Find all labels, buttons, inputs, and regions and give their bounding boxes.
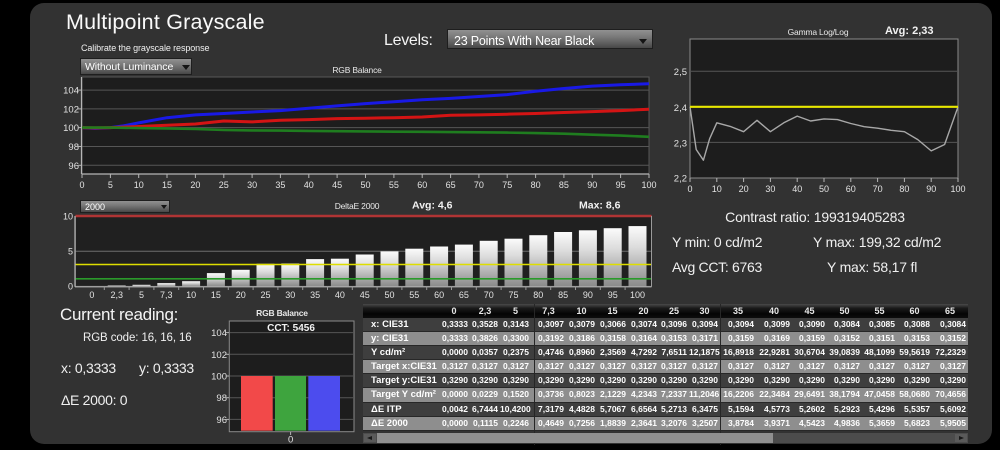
svg-text:0: 0 xyxy=(79,180,84,190)
svg-text:80: 80 xyxy=(531,180,541,190)
svg-text:0: 0 xyxy=(68,281,73,291)
svg-text:7,3: 7,3 xyxy=(160,290,173,300)
svg-text:98: 98 xyxy=(216,393,227,404)
svg-text:2,4: 2,4 xyxy=(674,103,687,114)
svg-text:70: 70 xyxy=(474,180,484,190)
svg-text:20: 20 xyxy=(190,180,200,190)
svg-text:DeltaE 2000: DeltaE 2000 xyxy=(335,201,380,211)
svg-text:10: 10 xyxy=(63,212,73,222)
svg-text:95: 95 xyxy=(616,180,626,190)
svg-text:55: 55 xyxy=(409,290,419,300)
svg-text:96: 96 xyxy=(216,415,227,426)
svg-text:2,2: 2,2 xyxy=(674,174,687,185)
svg-text:75: 75 xyxy=(508,290,518,300)
svg-text:100: 100 xyxy=(630,290,645,300)
svg-text:90: 90 xyxy=(926,184,936,194)
svg-text:30: 30 xyxy=(765,184,775,194)
svg-text:0: 0 xyxy=(89,290,94,300)
svg-text:96: 96 xyxy=(68,161,79,172)
svg-text:25: 25 xyxy=(260,290,270,300)
svg-text:100: 100 xyxy=(63,123,79,134)
svg-text:CCT: 5456: CCT: 5456 xyxy=(267,323,315,334)
svg-text:70: 70 xyxy=(484,290,494,300)
svg-text:104: 104 xyxy=(211,328,227,339)
svg-text:100: 100 xyxy=(641,180,656,190)
svg-text:60: 60 xyxy=(434,290,444,300)
svg-text:25: 25 xyxy=(219,180,229,190)
svg-text:55: 55 xyxy=(389,180,399,190)
svg-text:20: 20 xyxy=(236,290,246,300)
svg-text:102: 102 xyxy=(63,104,79,115)
svg-text:35: 35 xyxy=(310,290,320,300)
svg-text:45: 45 xyxy=(360,290,370,300)
svg-text:85: 85 xyxy=(559,180,569,190)
svg-text:0: 0 xyxy=(687,184,692,194)
svg-text:70: 70 xyxy=(873,184,883,194)
svg-text:75: 75 xyxy=(502,180,512,190)
svg-text:2,3: 2,3 xyxy=(674,138,687,149)
svg-text:5: 5 xyxy=(139,290,144,300)
svg-text:85: 85 xyxy=(558,290,568,300)
svg-text:5: 5 xyxy=(68,247,73,257)
svg-text:50: 50 xyxy=(384,290,394,300)
svg-text:RGB Balance: RGB Balance xyxy=(256,308,308,318)
svg-text:10: 10 xyxy=(186,290,196,300)
svg-text:Gamma Log/Log: Gamma Log/Log xyxy=(788,27,849,37)
svg-text:104: 104 xyxy=(63,86,79,97)
svg-text:40: 40 xyxy=(792,184,802,194)
svg-text:50: 50 xyxy=(360,180,370,190)
svg-text:80: 80 xyxy=(899,184,909,194)
svg-text:102: 102 xyxy=(211,350,227,361)
svg-text:Max: 8,6: Max: 8,6 xyxy=(579,200,621,212)
svg-text:30: 30 xyxy=(247,180,257,190)
svg-text:20: 20 xyxy=(739,184,749,194)
svg-text:2,3: 2,3 xyxy=(110,290,123,300)
svg-text:30: 30 xyxy=(285,290,295,300)
svg-text:15: 15 xyxy=(211,290,221,300)
svg-text:60: 60 xyxy=(846,184,856,194)
svg-text:60: 60 xyxy=(417,180,427,190)
svg-text:50: 50 xyxy=(819,184,829,194)
svg-text:10: 10 xyxy=(134,180,144,190)
svg-text:RGB Balance: RGB Balance xyxy=(332,65,382,75)
svg-text:100: 100 xyxy=(211,372,227,383)
svg-text:Avg: 4,6: Avg: 4,6 xyxy=(412,200,453,212)
svg-text:65: 65 xyxy=(459,290,469,300)
svg-text:80: 80 xyxy=(533,290,543,300)
svg-text:15: 15 xyxy=(162,180,172,190)
svg-text:2,5: 2,5 xyxy=(674,67,687,78)
svg-text:40: 40 xyxy=(335,290,345,300)
svg-text:65: 65 xyxy=(446,180,456,190)
svg-text:0: 0 xyxy=(288,435,293,446)
svg-text:35: 35 xyxy=(275,180,285,190)
svg-text:100: 100 xyxy=(950,184,965,194)
svg-text:95: 95 xyxy=(608,290,618,300)
svg-text:40: 40 xyxy=(304,180,314,190)
svg-text:Avg: 2,33: Avg: 2,33 xyxy=(885,25,934,37)
svg-text:5: 5 xyxy=(108,180,113,190)
svg-text:45: 45 xyxy=(332,180,342,190)
svg-text:90: 90 xyxy=(583,290,593,300)
svg-text:10: 10 xyxy=(712,184,722,194)
svg-text:90: 90 xyxy=(587,180,597,190)
svg-text:98: 98 xyxy=(68,142,79,153)
